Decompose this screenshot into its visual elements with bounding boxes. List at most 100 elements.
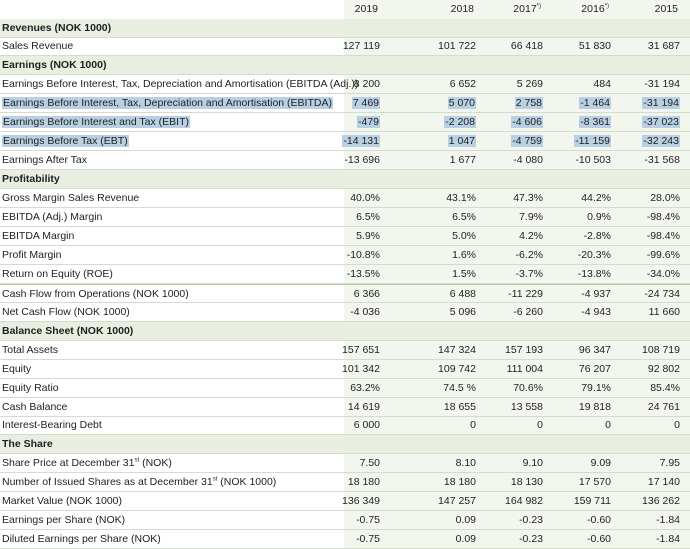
table-row: Profit Margin -10.8% 1.6% -6.2% -20.3% -99.6% [0, 246, 690, 265]
table-row: Equity 101 342 109 742 111 004 76 207 92 802 [0, 360, 690, 379]
value-cell: 7.9% [481, 211, 543, 223]
value-cell: 8.10 [414, 457, 476, 469]
value-cell: -0.60 [549, 533, 611, 545]
row-label-unit: (NOK 1000) [217, 476, 277, 489]
value-text: 9.10 [522, 457, 543, 470]
table-row: Share Price at December 31st (NOK) 7.50 8.… [0, 454, 690, 474]
table-row: EBITDA (Adj.) Margin 6.5% 6.5% 7.9% 0.9% -98.… [0, 208, 690, 227]
value-cell: 18 655 [414, 401, 476, 413]
value-text: 96 347 [578, 343, 611, 356]
value-cell: 66 418 [481, 40, 543, 52]
value-text: 9.09 [590, 457, 611, 470]
value-text: 18 655 [443, 400, 476, 413]
value-text: 5.9% [356, 229, 380, 242]
row-label: Return on Equity (ROE) [2, 268, 113, 280]
value-cell: -1 464 [549, 97, 611, 110]
value-cell: 19 818 [549, 401, 611, 413]
row-label-text: Sales Revenue [2, 40, 74, 53]
value-cell: 108 719 [618, 344, 680, 356]
section-title: Profitability [2, 173, 60, 185]
value-text: 6 488 [449, 287, 476, 300]
value-text: 51 830 [578, 40, 611, 53]
value-text: 7 469 [351, 97, 380, 110]
value-text: -31 568 [644, 154, 680, 167]
value-cell: 101 342 [318, 363, 380, 375]
row-label-text: Balance Sheet (NOK 1000) [2, 324, 134, 337]
value-text: -4 606 [511, 116, 543, 129]
section-header-row: The Share [0, 435, 690, 455]
value-cell: -4 036 [318, 306, 380, 318]
value-text: 101 722 [438, 40, 476, 53]
value-text: -1.84 [656, 514, 680, 527]
table-row: Sales Revenue 127 119 101 722 66 418 51 830 3… [0, 37, 690, 57]
value-cell: -1.84 [618, 514, 680, 526]
row-label: Earnings Before Interest and Tax (EBIT) [2, 116, 190, 129]
table-row: Cash Balance 14 619 18 655 13 558 19 818 24 7… [0, 398, 690, 417]
value-cell: 28.0% [618, 192, 680, 204]
value-text: 7.50 [359, 457, 380, 470]
value-text: 136 262 [642, 495, 680, 508]
row-label-text: Interest-Bearing Debt [2, 419, 102, 432]
row-label-text: Share Price at December 31 [2, 457, 135, 470]
table-row: Total Assets 157 651 147 324 157 193 96 347 1… [0, 341, 690, 360]
value-cell: 5.0% [414, 230, 476, 242]
section-title: Balance Sheet (NOK 1000) [2, 325, 133, 337]
value-cell: 5 096 [414, 306, 476, 318]
value-cell: 111 004 [481, 363, 543, 375]
table-row: Earnings Before Tax (EBT) -14 131 1 047 -4 … [0, 132, 690, 152]
value-text: 147 324 [438, 343, 476, 356]
value-text: -98.4% [646, 211, 680, 223]
value-text: 13 558 [510, 400, 543, 413]
table-row: Earnings per Share (NOK) -0.75 0.09 -0.23 -0… [0, 511, 690, 531]
row-label-unit: (NOK) [139, 457, 172, 470]
value-cell: 79.1% [549, 382, 611, 394]
row-label-text: Earnings After Tax [2, 154, 88, 167]
row-label: Share Price at December 31st (NOK) [2, 457, 172, 469]
value-cell: -8 361 [549, 116, 611, 129]
value-text: 66 418 [510, 40, 543, 53]
value-text: 28.0% [650, 192, 680, 205]
year-header-2015: 2015 [654, 3, 678, 15]
table-row: Gross Margin Sales Revenue 40.0% 43.1% 47.3… [0, 189, 690, 209]
table-row: Return on Equity (ROE) -13.5% 1.5% -3.7% -13… [0, 265, 690, 284]
value-text: -98.4% [646, 229, 680, 242]
value-text: 484 [593, 78, 611, 91]
value-cell: -13 696 [318, 154, 380, 166]
section-header-row: Earnings (NOK 1000) [0, 56, 690, 76]
row-label-text: Number of Issued Shares as at December 3… [2, 476, 213, 489]
row-label-text: Profitability [2, 173, 60, 186]
value-cell: 44.2% [549, 192, 611, 204]
row-label: Sales Revenue [2, 40, 73, 52]
value-text: 6.5% [356, 211, 380, 223]
value-text: 31 687 [647, 40, 680, 53]
value-cell: -20.3% [549, 249, 611, 261]
value-cell: 0.09 [414, 533, 476, 545]
value-cell: -13.5% [318, 268, 380, 280]
value-cell: -13.8% [549, 268, 611, 280]
section-header-row: Balance Sheet (NOK 1000) [0, 321, 690, 341]
row-label: Interest-Bearing Debt [2, 419, 102, 431]
value-text: 70.6% [513, 381, 543, 394]
value-text: 40.0% [350, 192, 380, 205]
value-text: 108 719 [642, 343, 680, 356]
value-cell: -0.75 [318, 533, 380, 545]
value-cell: 6.5% [414, 211, 476, 223]
value-text: -479 [356, 116, 380, 129]
value-text: 0.9% [587, 211, 611, 223]
value-cell: -479 [318, 116, 380, 129]
value-cell: 24 761 [618, 401, 680, 413]
value-cell: -32 243 [618, 135, 680, 148]
value-cell: 74.5 % [414, 382, 476, 394]
value-text: 19 818 [578, 400, 611, 413]
row-label: Profit Margin [2, 249, 62, 261]
value-cell: 6 366 [318, 288, 380, 300]
value-text: 85.4% [650, 381, 680, 394]
value-text: -13 696 [344, 154, 380, 167]
value-cell: 0 [618, 419, 680, 431]
value-text: 92 802 [647, 362, 680, 375]
value-text: -4 036 [350, 305, 380, 318]
table-row: EBITDA Margin 5.9% 5.0% 4.2% -2.8% -98.4% [0, 227, 690, 246]
value-cell: 47.3% [481, 192, 543, 204]
value-text: 18 180 [443, 476, 476, 489]
value-text: -4 080 [513, 154, 543, 167]
